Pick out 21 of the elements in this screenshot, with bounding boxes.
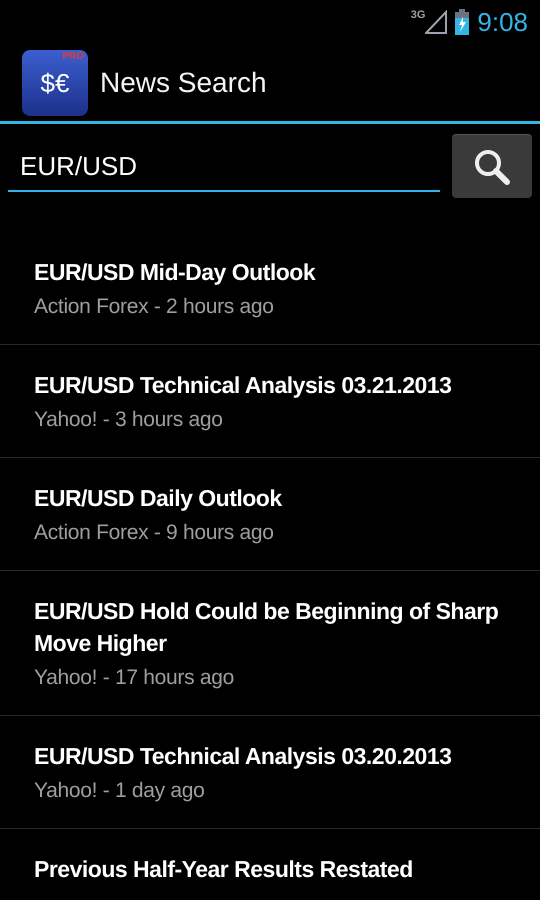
news-source: Yahoo! - 3 hours ago [34,407,224,433]
news-source: Action Forex - 9 hours ago [34,520,275,546]
news-title[interactable]: EUR/USD Mid-Day Outlook [34,256,532,288]
app-title: News Search [100,66,267,100]
news-title[interactable]: EUR/USD Technical Analysis 03.21.2013 [34,369,532,401]
clock: 9:08 [477,9,528,35]
news-title[interactable]: Previous Half-Year Results Restated [34,853,532,885]
news-source: Yahoo! - 17 hours ago [34,665,235,691]
battery-icon [455,9,470,35]
signal-icon [425,10,448,34]
search-field[interactable]: EUR/USD [8,142,440,192]
pro-label: PRO [62,52,84,62]
app-icon-symbol: $€ [40,70,70,96]
news-source: Action Forex - 2 hours ago [34,294,275,320]
news-title[interactable]: EUR/USD Technical Analysis 03.20.2013 [34,740,532,772]
news-title[interactable]: EUR/USD Daily Outlook [34,482,532,514]
news-title[interactable]: EUR/USD Hold Could be Beginning of Sharp Move Higher [34,595,532,659]
app-icon[interactable]: $€ PRO [22,50,88,116]
news-source: Yahoo! - 1 day ago [34,778,206,804]
network-type: 3G [410,10,426,21]
search-button[interactable] [452,134,532,198]
